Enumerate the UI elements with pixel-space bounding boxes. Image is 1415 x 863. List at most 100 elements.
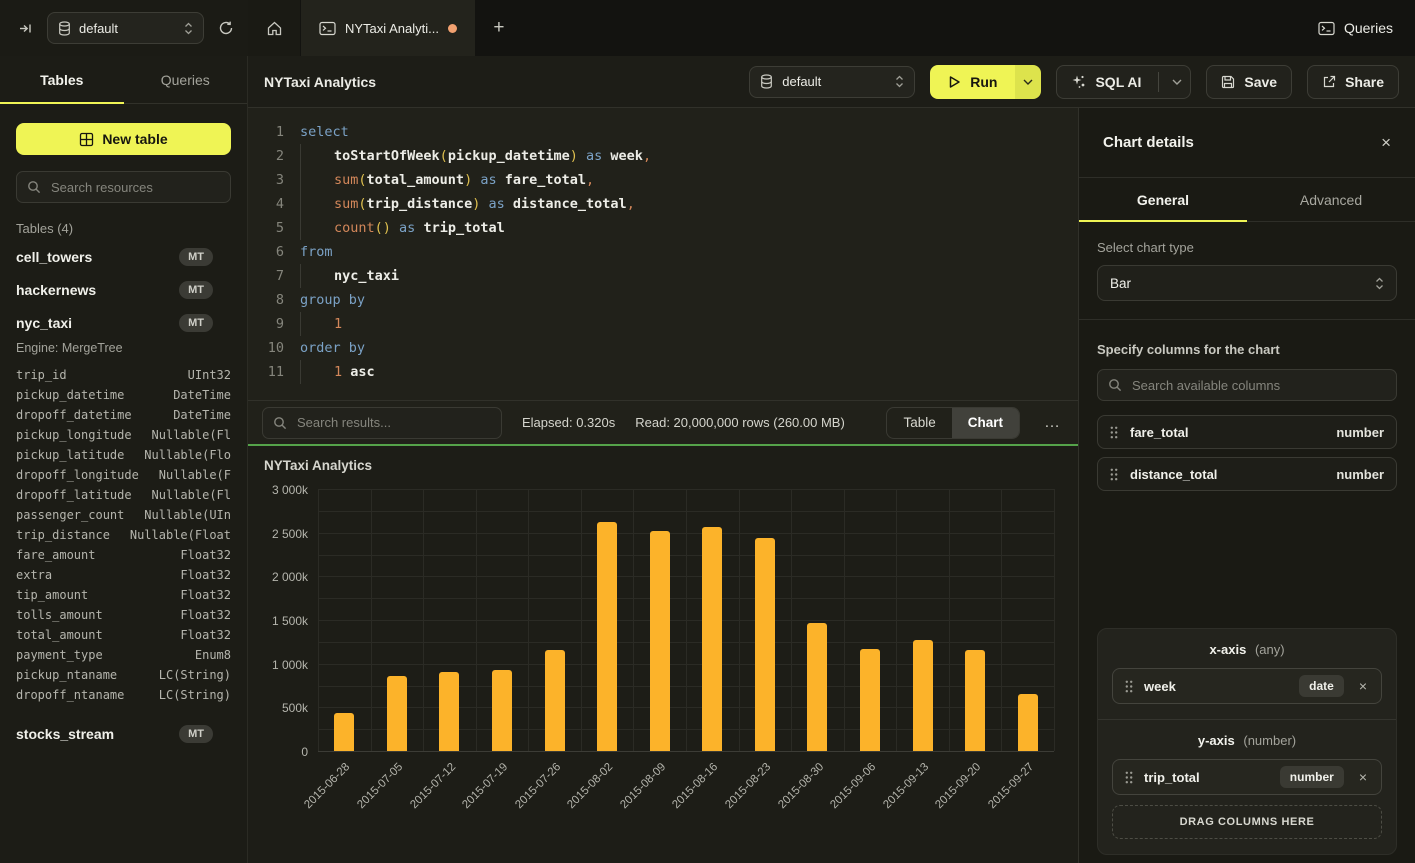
gridline [1001,489,1002,751]
chart-section: NYTaxi Analytics 0500k1 000k1 500k2 000k… [248,446,1078,863]
drag-handle-icon[interactable] [1125,680,1133,693]
editor-line: 8group by [262,288,1078,312]
sidebar-tab-tables[interactable]: Tables [0,56,124,103]
run-button[interactable]: Run [930,65,1041,99]
column-row: pickup_datetimeDateTime [16,385,231,405]
search-icon [273,416,287,430]
results-search-input[interactable] [295,414,491,431]
x-axis-title: x-axis [1209,642,1246,657]
table-grid-icon [79,132,94,147]
x-tick-label: 2015-07-19 [460,761,510,811]
editor-line: 6from [262,240,1078,264]
type-badge: date [1299,675,1344,697]
table-row[interactable]: nyc_taxiMT [16,306,231,339]
sidebar-tab-queries[interactable]: Queries [124,56,248,103]
bar [439,672,459,751]
query-title: NYTaxi Analytics [264,74,749,90]
remove-icon[interactable]: × [1355,769,1371,785]
indent-guide [300,168,334,192]
view-toggle-table[interactable]: Table [887,408,951,438]
chart-type-select[interactable]: Bar [1097,265,1397,301]
y-tick-label: 3 000k [272,483,308,497]
columns-section-label: Specify columns for the chart [1097,342,1397,357]
bar-chart: 0500k1 000k1 500k2 000k2 500k3 000k2015-… [318,489,1054,751]
x-tick-label: 2015-09-06 [828,761,878,811]
columns-search-input[interactable] [1130,377,1386,394]
editor-line: 3sum(total_amount) as fare_total, [262,168,1078,192]
table-row[interactable]: hackernewsMT [16,273,231,306]
database-selector[interactable]: default [749,66,915,98]
new-table-button[interactable]: New table [16,123,231,155]
x-tick-label: 2015-07-05 [355,761,405,811]
available-column[interactable]: fare_totalnumber [1097,415,1397,449]
y-tick-label: 2 000k [272,570,308,584]
drag-handle-icon[interactable] [1125,771,1133,784]
chevron-down-icon[interactable] [1172,79,1182,85]
refresh-icon[interactable] [218,20,234,36]
run-label: Run [970,74,997,90]
new-table-label: New table [102,131,167,147]
x-tick-label: 2015-08-02 [565,761,615,811]
gridline [949,489,950,751]
drop-zone[interactable]: DRAG COLUMNS HERE [1112,805,1382,839]
gridline [791,489,792,751]
bar [860,649,880,751]
line-number: 11 [262,360,284,384]
column-row: dropoff_longitudeNullable(F [16,465,231,485]
view-toggle-chart[interactable]: Chart [952,408,1019,438]
column-row: tip_amountFloat32 [16,585,231,605]
query-tab[interactable]: NYTaxi Analyti... [301,0,475,56]
read-stat: Read: 20,000,000 rows (260.00 MB) [635,415,845,430]
column-row: total_amountFloat32 [16,625,231,645]
column-row: extraFloat32 [16,565,231,585]
tab-general[interactable]: General [1079,178,1247,221]
axis-column[interactable]: weekdate× [1112,668,1382,704]
bar [965,650,985,751]
tables-list: cell_towersMThackernewsMTnyc_taxiMTEngin… [0,240,247,762]
home-tab[interactable] [248,0,300,56]
column-row: trip_distanceNullable(Float [16,525,231,545]
sql-editor[interactable]: 1select2toStartOfWeek(pickup_datetime) a… [248,108,1078,400]
sql-ai-button[interactable]: SQL AI [1056,65,1191,99]
database-selector[interactable]: default [47,12,204,44]
y-tick-label: 0 [301,745,308,759]
database-selector-value: default [79,21,176,36]
bar [545,650,565,751]
collapse-sidebar-icon[interactable] [18,21,33,36]
column-row: dropoff_datetimeDateTime [16,405,231,425]
bar [650,531,670,751]
indent-guide [300,216,334,240]
gridline [581,489,582,751]
share-button[interactable]: Share [1307,65,1399,99]
indent-guide [300,312,334,336]
more-options-button[interactable]: … [1040,414,1064,432]
save-button[interactable]: Save [1206,65,1292,99]
new-tab-button[interactable]: + [475,0,523,56]
table-name: stocks_stream [16,726,179,742]
line-number: 5 [262,216,284,240]
resource-search-input[interactable] [49,179,229,196]
line-number: 8 [262,288,284,312]
close-icon[interactable]: × [1381,134,1391,151]
column-list: trip_idUInt32pickup_datetimeDateTimedrop… [16,365,231,705]
save-label: Save [1244,74,1277,90]
table-row[interactable]: stocks_streamMT [16,717,231,750]
columns-search [1097,369,1397,401]
table-row[interactable]: cell_towersMT [16,240,231,273]
available-column[interactable]: distance_totalnumber [1097,457,1397,491]
terminal-icon [1318,21,1335,36]
column-row: pickup_latitudeNullable(Flo [16,445,231,465]
chart-details-panel: Chart details × General Advanced Select … [1078,108,1415,863]
run-options-button[interactable] [1015,65,1041,99]
drag-handle-icon[interactable] [1110,468,1118,481]
save-icon [1221,75,1235,89]
drag-handle-icon[interactable] [1110,426,1118,439]
view-toggle: Table Chart [886,407,1020,439]
queries-button[interactable]: Queries [1318,20,1393,36]
x-tick-label: 2015-08-16 [671,761,721,811]
line-number: 2 [262,144,284,168]
search-icon [1108,378,1122,392]
remove-icon[interactable]: × [1355,678,1371,694]
axis-column[interactable]: trip_totalnumber× [1112,759,1382,795]
tab-advanced[interactable]: Advanced [1247,178,1415,221]
